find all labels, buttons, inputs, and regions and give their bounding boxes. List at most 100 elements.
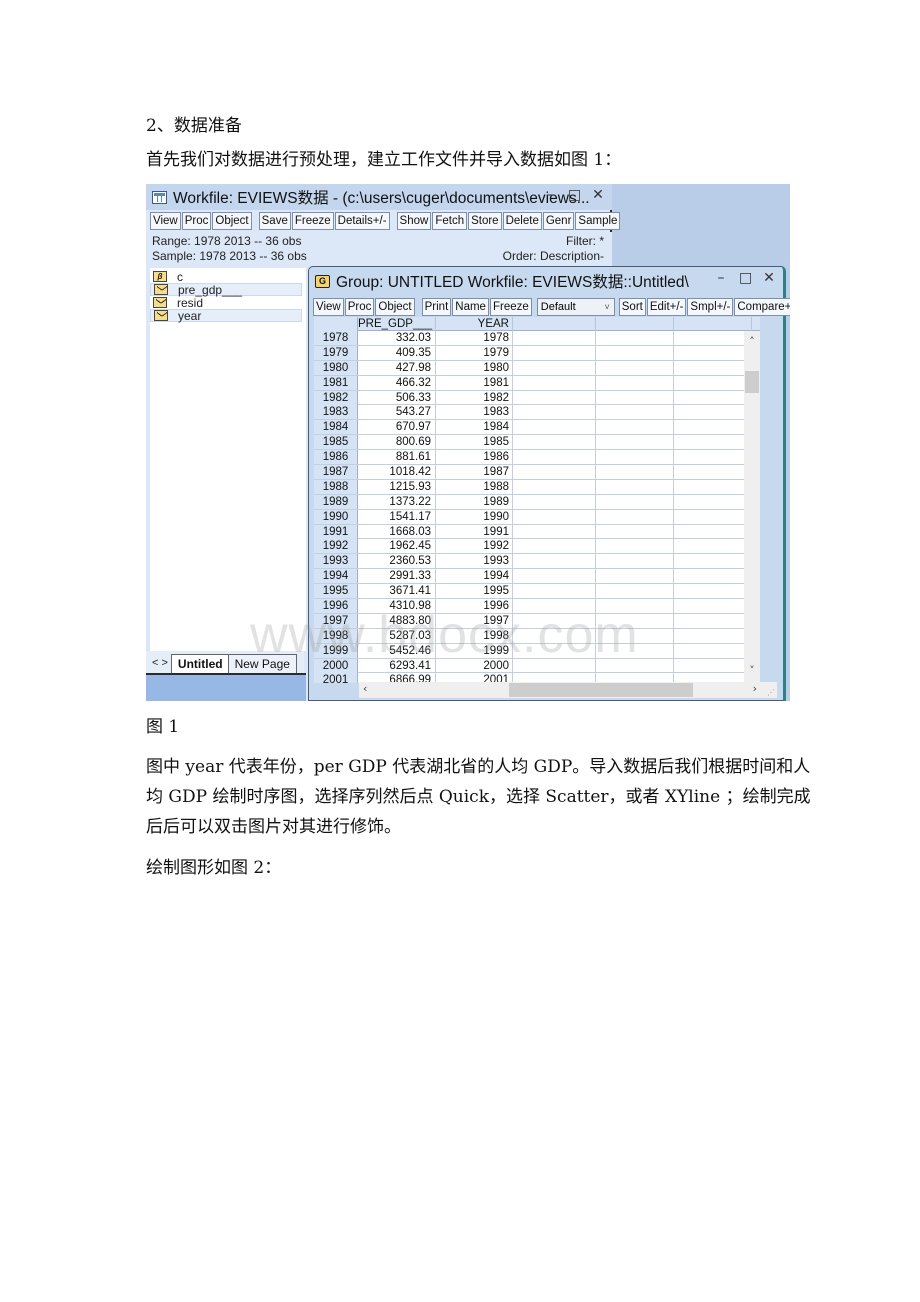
cell-pre-gdp[interactable]: 543.27 xyxy=(358,405,436,420)
delete-button[interactable]: Delete xyxy=(502,212,542,230)
cell-empty[interactable] xyxy=(674,331,752,345)
object-button[interactable]: Object xyxy=(375,298,415,316)
cell-pre-gdp[interactable]: 1018.42 xyxy=(358,465,436,480)
column-header-empty[interactable] xyxy=(513,317,596,331)
freeze-button[interactable]: Freeze xyxy=(291,212,334,230)
vertical-scroll-thumb[interactable] xyxy=(745,371,759,393)
cell-empty[interactable] xyxy=(596,584,674,599)
cell-empty[interactable] xyxy=(513,494,596,509)
cell-pre-gdp[interactable]: 2360.53 xyxy=(358,554,436,569)
genr-button[interactable]: Genr xyxy=(542,212,575,230)
freeze-button[interactable]: Freeze xyxy=(489,298,532,316)
cell-empty[interactable] xyxy=(596,554,674,569)
cell-empty[interactable] xyxy=(674,509,752,524)
row-header[interactable]: 1993 xyxy=(314,554,358,569)
cell-empty[interactable] xyxy=(513,643,596,658)
cell-year[interactable]: 1983 xyxy=(436,405,513,420)
print-button[interactable]: Print xyxy=(421,298,452,316)
maximize-icon[interactable]: □ xyxy=(739,270,752,286)
cell-empty[interactable] xyxy=(674,658,752,673)
cell-empty[interactable] xyxy=(674,599,752,614)
cell-empty[interactable] xyxy=(596,509,674,524)
cell-empty[interactable] xyxy=(513,405,596,420)
cell-pre-gdp[interactable]: 5452.46 xyxy=(358,643,436,658)
maximize-icon[interactable]: □ xyxy=(568,187,581,203)
store-button[interactable]: Store xyxy=(468,212,502,230)
cell-pre-gdp[interactable]: 800.69 xyxy=(358,435,436,450)
cell-year[interactable]: 1991 xyxy=(436,524,513,539)
cell-empty[interactable] xyxy=(596,494,674,509)
cell-pre-gdp[interactable]: 4310.98 xyxy=(358,599,436,614)
cell-empty[interactable] xyxy=(674,405,752,420)
row-header[interactable]: 1986 xyxy=(314,450,358,465)
workfile-object-item[interactable]: resid xyxy=(150,296,302,310)
horizontal-scroll-thumb[interactable] xyxy=(509,683,693,697)
cell-empty[interactable] xyxy=(674,465,752,480)
minimize-icon[interactable]: – xyxy=(715,270,727,286)
cell-year[interactable]: 1988 xyxy=(436,479,513,494)
cell-pre-gdp[interactable]: 5287.03 xyxy=(358,628,436,643)
cell-empty[interactable] xyxy=(596,375,674,390)
cell-pre-gdp[interactable]: 881.61 xyxy=(358,450,436,465)
compare-button[interactable]: Compare+/- xyxy=(734,298,790,316)
workfile-object-item[interactable]: pre_gdp___ xyxy=(150,283,302,297)
cell-year[interactable]: 1986 xyxy=(436,450,513,465)
row-header[interactable]: 1995 xyxy=(314,584,358,599)
cell-pre-gdp[interactable]: 1541.17 xyxy=(358,509,436,524)
column-header-empty[interactable] xyxy=(596,317,674,331)
cell-empty[interactable] xyxy=(674,420,752,435)
page-nav-arrows[interactable]: < > xyxy=(146,657,171,673)
scroll-left-icon[interactable]: ‹ xyxy=(363,682,367,695)
cell-empty[interactable] xyxy=(513,554,596,569)
cell-empty[interactable] xyxy=(513,509,596,524)
cell-year[interactable]: 1993 xyxy=(436,554,513,569)
cell-pre-gdp[interactable]: 2991.33 xyxy=(358,569,436,584)
cell-empty[interactable] xyxy=(596,420,674,435)
sample-button[interactable]: Sample xyxy=(575,212,621,230)
cell-year[interactable]: 1985 xyxy=(436,435,513,450)
cell-empty[interactable] xyxy=(596,479,674,494)
cell-empty[interactable] xyxy=(513,465,596,480)
view-button[interactable]: View xyxy=(150,212,181,230)
workfile-object-item[interactable]: βc xyxy=(150,270,302,284)
column-header-empty[interactable] xyxy=(674,317,752,331)
cell-empty[interactable] xyxy=(674,450,752,465)
cell-empty[interactable] xyxy=(513,613,596,628)
cell-empty[interactable] xyxy=(513,539,596,554)
cell-year[interactable]: 1989 xyxy=(436,494,513,509)
row-header[interactable]: 1992 xyxy=(314,539,358,554)
cell-empty[interactable] xyxy=(513,569,596,584)
cell-year[interactable]: 1978 xyxy=(436,331,513,345)
row-header[interactable]: 1997 xyxy=(314,613,358,628)
cell-year[interactable]: 1998 xyxy=(436,628,513,643)
cell-empty[interactable] xyxy=(513,360,596,375)
cell-year[interactable]: 1984 xyxy=(436,420,513,435)
cell-year[interactable]: 1997 xyxy=(436,613,513,628)
row-header[interactable]: 1998 xyxy=(314,628,358,643)
display-select[interactable]: Default ˅ xyxy=(536,298,615,316)
row-header[interactable]: 1981 xyxy=(314,375,358,390)
cell-empty[interactable] xyxy=(674,643,752,658)
cell-empty[interactable] xyxy=(596,465,674,480)
proc-button[interactable]: Proc xyxy=(344,298,375,316)
cell-empty[interactable] xyxy=(596,435,674,450)
scroll-down-icon[interactable]: ˅ xyxy=(744,664,760,677)
workfile-object-item[interactable]: year xyxy=(150,309,302,323)
cell-year[interactable]: 1980 xyxy=(436,360,513,375)
minimize-icon[interactable]: – xyxy=(544,187,556,203)
show-button[interactable]: Show xyxy=(396,212,432,230)
row-header[interactable]: 1983 xyxy=(314,405,358,420)
row-header[interactable]: 1996 xyxy=(314,599,358,614)
cell-empty[interactable] xyxy=(596,658,674,673)
horizontal-scrollbar[interactable]: ‹ › ⋰ xyxy=(359,682,777,698)
cell-empty[interactable] xyxy=(596,628,674,643)
cell-empty[interactable] xyxy=(513,331,596,345)
cell-empty[interactable] xyxy=(513,524,596,539)
cell-empty[interactable] xyxy=(513,375,596,390)
row-header[interactable]: 1982 xyxy=(314,390,358,405)
row-header[interactable]: 1984 xyxy=(314,420,358,435)
cell-pre-gdp[interactable]: 1373.22 xyxy=(358,494,436,509)
cell-empty[interactable] xyxy=(596,524,674,539)
cell-empty[interactable] xyxy=(674,554,752,569)
cell-pre-gdp[interactable]: 409.35 xyxy=(358,345,436,360)
